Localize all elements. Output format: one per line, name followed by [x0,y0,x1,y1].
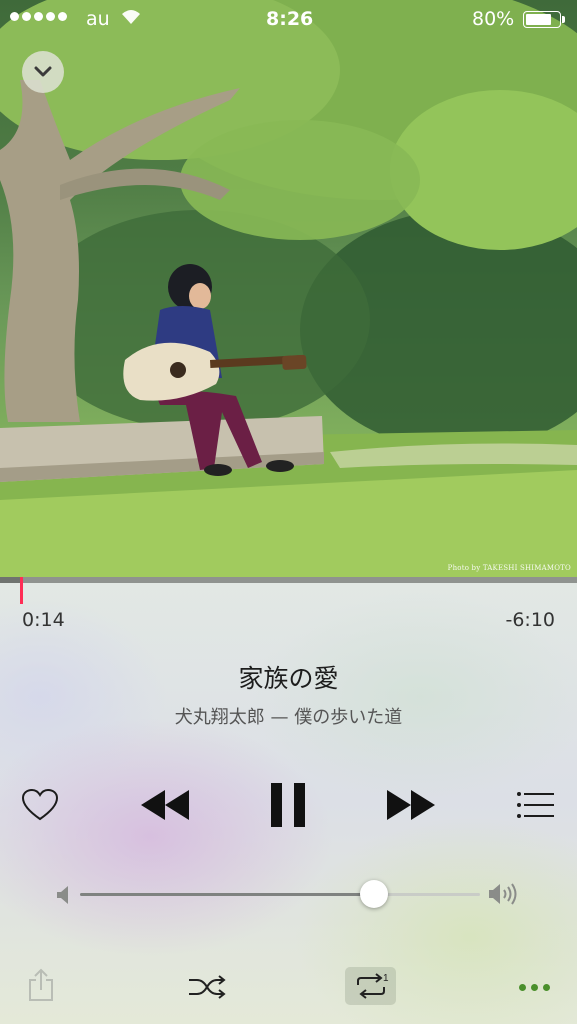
love-button[interactable] [18,785,62,825]
pause-button[interactable] [262,778,314,832]
carrier-name: au [86,8,110,30]
volume-fill [80,893,374,896]
album-artwork: Photo by TAKESHI SHIMAMOTO [0,0,577,577]
rewind-icon [141,790,189,820]
speaker-low-icon [57,886,68,904]
repeat-one-icon: 1 [356,973,389,999]
volume-control [56,877,526,911]
speaker-high-icon [489,883,517,905]
chevron-down-icon [34,66,52,77]
time-remaining: -6:10 [505,609,555,631]
artist-album[interactable]: 犬丸翔太郎 — 僕の歩いた道 [0,703,577,729]
fast-forward-icon [387,790,435,820]
collapse-player-button[interactable] [22,51,64,93]
repeat-badge: 1 [383,973,389,984]
wifi-icon [120,8,142,31]
pause-icon [271,783,305,827]
up-next-button[interactable] [514,787,558,823]
time-elapsed: 0:14 [22,609,65,631]
battery-icon [523,11,561,28]
album-artwork-scene [0,0,577,577]
repeat-one-button[interactable]: 1 [345,967,396,1005]
progress-bar[interactable] [0,577,577,583]
previous-track-button[interactable] [134,782,196,828]
battery-tip [562,16,565,23]
heart-icon [21,788,59,821]
more-options-button[interactable] [512,973,556,1001]
shuffle-icon [189,975,226,999]
shuffle-button[interactable] [186,970,228,1004]
photo-credit: Photo by TAKESHI SHIMAMOTO [447,564,571,572]
list-icon [517,792,554,818]
battery-percentage: 80% [472,8,515,30]
progress-scrubber[interactable] [20,577,24,604]
status-bar: au 8:26 80% [0,0,577,40]
share-icon [29,968,53,1001]
volume-slider[interactable] [80,880,480,908]
status-time: 8:26 [266,8,314,30]
signal-strength-icon [10,12,67,21]
next-track-button[interactable] [380,782,442,828]
volume-knob[interactable] [360,880,388,908]
more-icon [518,983,526,991]
song-title: 家族の愛 [238,664,339,693]
now-playing-panel: 0:14 -6:10 家族の愛 犬丸翔太郎 — 僕の歩いた道 1 [0,577,577,1024]
share-button[interactable] [24,965,58,1005]
progress-fill [0,577,22,583]
